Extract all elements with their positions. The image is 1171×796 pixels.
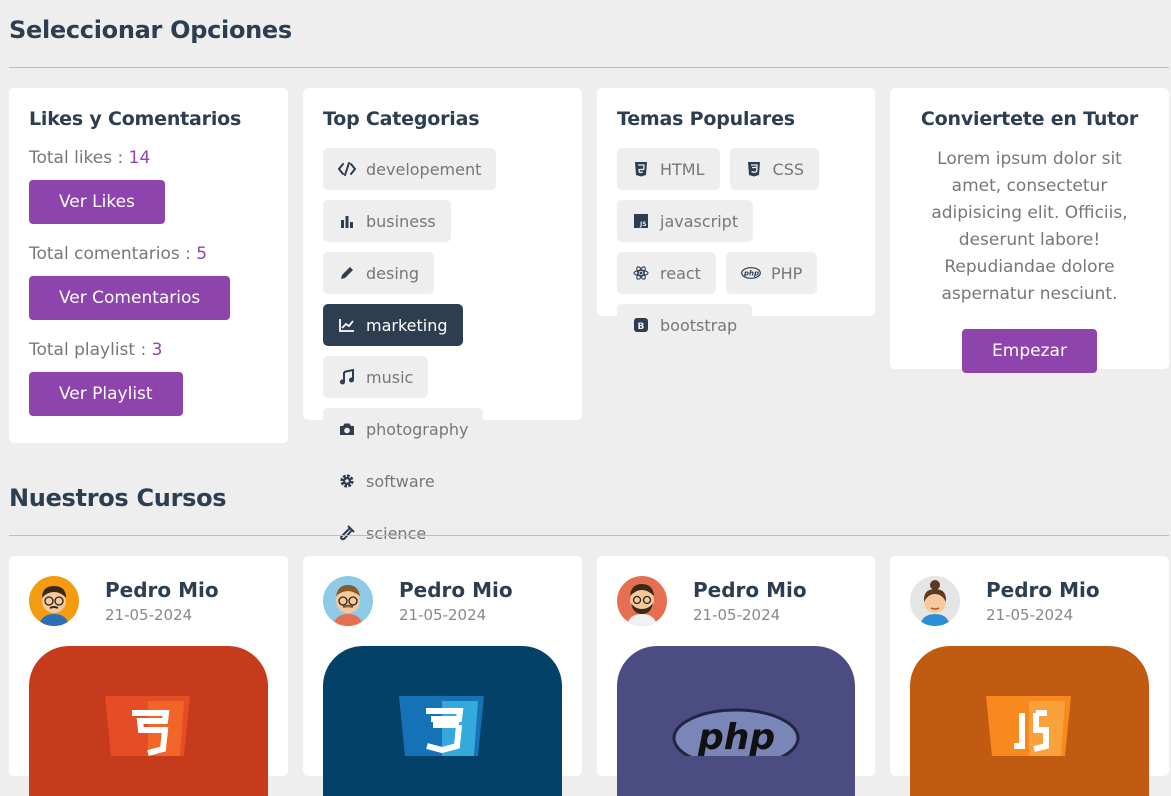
category-business[interactable]: business — [323, 200, 451, 242]
tutor-avatar — [617, 576, 667, 626]
category-science[interactable]: science — [323, 512, 442, 554]
category-software[interactable]: software — [323, 460, 450, 502]
total-playlist: Total playlist : 3 — [29, 340, 163, 360]
tutor-avatar — [29, 576, 79, 626]
total-playlist-value: 3 — [151, 340, 163, 360]
total-likes-value: 14 — [128, 148, 151, 168]
svg-text:B: B — [638, 322, 645, 332]
popular-topics-box: Temas Populares HTML CSS JS javascript r… — [597, 88, 875, 346]
course-card[interactable]: Pedro Mio 21-05-2024 — [890, 556, 1169, 796]
svg-text:php: php — [743, 270, 759, 278]
course-card[interactable]: Pedro Mio 21-05-2024 php — [597, 556, 875, 796]
category-marketing[interactable]: marketing — [323, 304, 463, 346]
php-icon: php — [741, 264, 761, 282]
cog-icon — [338, 472, 356, 490]
tutor-title: Conviertete en Tutor — [920, 108, 1139, 130]
course-card[interactable]: Pedro Mio 21-05-2024 — [303, 556, 582, 796]
tutor-name: Pedro Mio — [399, 578, 513, 602]
category-photography[interactable]: photography — [323, 408, 484, 450]
vial-icon — [338, 524, 356, 542]
html5-thumbnail[interactable] — [29, 646, 268, 796]
course-date: 21-05-2024 — [986, 606, 1074, 624]
svg-text:php: php — [697, 717, 775, 756]
topic-php[interactable]: php PHP — [725, 252, 818, 294]
html5-icon — [632, 160, 650, 178]
options-divider — [9, 67, 1169, 68]
camera-icon — [338, 420, 356, 438]
topic-react[interactable]: react — [617, 252, 716, 294]
tutor-name: Pedro Mio — [105, 578, 219, 602]
pencil-icon — [338, 264, 356, 282]
top-categories-box: Top Categorias developement business des… — [303, 88, 582, 554]
likes-comments-box: Likes y Comentarios Total likes : 14 Ver… — [9, 88, 288, 443]
courses-divider — [9, 535, 1169, 536]
become-tutor-box: Conviertete en Tutor Lorem ipsum dolor s… — [890, 88, 1169, 373]
categories-title: Top Categorias — [323, 108, 480, 130]
category-music[interactable]: music — [323, 356, 429, 398]
view-playlist-button[interactable]: Ver Playlist — [29, 372, 183, 416]
topic-html[interactable]: HTML — [617, 148, 720, 190]
tutor-name: Pedro Mio — [986, 578, 1100, 602]
music-icon — [338, 368, 356, 386]
topic-css[interactable]: CSS — [729, 148, 820, 190]
total-comments: Total comentarios : 5 — [29, 244, 208, 264]
course-date: 21-05-2024 — [105, 606, 193, 624]
total-likes: Total likes : 14 — [29, 148, 151, 168]
course-date: 21-05-2024 — [693, 606, 781, 624]
options-title: Seleccionar Opciones — [9, 16, 292, 44]
likes-box-title: Likes y Comentarios — [29, 108, 242, 130]
js-icon: JS — [632, 212, 650, 230]
tutor-avatar — [323, 576, 373, 626]
php-thumbnail[interactable]: php — [617, 646, 855, 796]
topic-javascript[interactable]: JS javascript — [617, 200, 754, 242]
topics-title: Temas Populares — [617, 108, 795, 130]
course-date: 21-05-2024 — [399, 606, 487, 624]
chart-bar-icon — [338, 212, 356, 230]
topic-bootstrap[interactable]: B bootstrap — [617, 304, 753, 346]
react-icon — [632, 264, 650, 282]
view-comments-button[interactable]: Ver Comentarios — [29, 276, 231, 320]
category-developement[interactable]: developement — [323, 148, 497, 190]
view-likes-button[interactable]: Ver Likes — [29, 180, 165, 224]
chart-line-icon — [338, 316, 356, 334]
css3-icon — [745, 160, 763, 178]
css3-thumbnail[interactable] — [323, 646, 562, 796]
category-desing[interactable]: desing — [323, 252, 435, 294]
course-card[interactable]: Pedro Mio 21-05-2024 — [9, 556, 288, 796]
tutor-avatar — [910, 576, 960, 626]
tutor-description: Lorem ipsum dolor sit amet, consectetur … — [931, 149, 1128, 304]
svg-text:JS: JS — [639, 221, 647, 228]
js-thumbnail[interactable] — [910, 646, 1149, 796]
total-comments-value: 5 — [196, 244, 208, 264]
bootstrap-icon: B — [632, 316, 650, 334]
courses-title: Nuestros Cursos — [9, 484, 227, 512]
code-icon — [338, 160, 356, 178]
start-button[interactable]: Empezar — [962, 329, 1097, 373]
tutor-name: Pedro Mio — [693, 578, 807, 602]
